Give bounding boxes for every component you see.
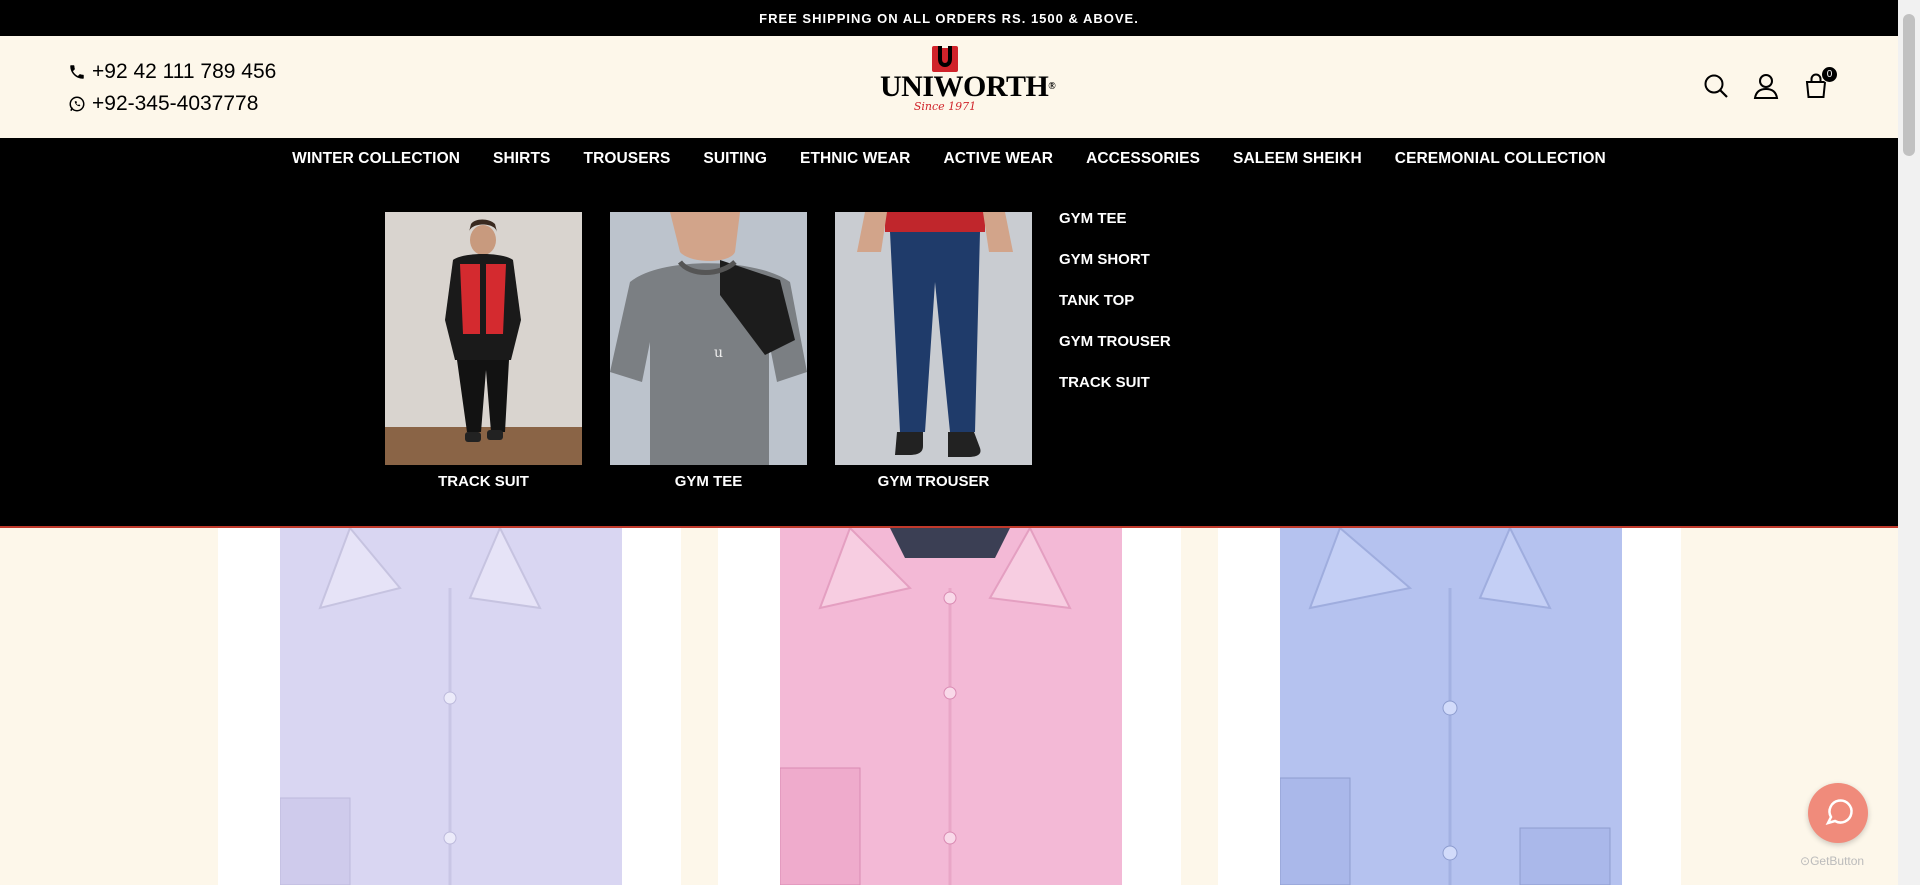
mega-card-caption[interactable]: GYM TEE	[610, 473, 807, 490]
mega-card-gym-trouser[interactable]: GYM TROUSER	[835, 212, 1032, 490]
product-card[interactable]	[1218, 528, 1681, 885]
product-card[interactable]	[718, 528, 1181, 885]
track-suit-image[interactable]	[385, 212, 582, 465]
svg-text:u: u	[714, 345, 723, 361]
whatsapp-line[interactable]: +92-345-4037778	[68, 88, 276, 120]
mega-card-track-suit[interactable]: TRACK SUIT	[385, 212, 582, 490]
phone-number: +92 42 111 789 456	[92, 60, 277, 83]
chat-icon	[1825, 799, 1853, 825]
main-nav: WINTER COLLECTION SHIRTS TROUSERS SUITIN…	[0, 138, 1898, 180]
mega-link-track-suit[interactable]: TRACK SUIT	[1059, 366, 1171, 407]
whatsapp-icon	[69, 96, 85, 112]
nav-item-ceremonial-collection[interactable]: CEREMONIAL COLLECTION	[1395, 150, 1606, 168]
nav-item-saleem-sheikh[interactable]: SALEEM SHEIKH	[1233, 150, 1362, 168]
announcement-text: FREE SHIPPING ON ALL ORDERS RS. 1500 & A…	[759, 10, 1139, 26]
nav-item-suiting[interactable]: SUITING	[703, 150, 767, 168]
mega-link-gym-trouser[interactable]: GYM TROUSER	[1059, 325, 1171, 366]
nav-item-ethnic-wear[interactable]: ETHNIC WEAR	[800, 150, 910, 168]
pink-shirt-image[interactable]	[780, 528, 1122, 885]
active-wear-mega-menu: TRACK SUIT u GYM TEE GYM TROUSER GYM TEE…	[0, 180, 1898, 528]
nav-item-winter-collection[interactable]: WINTER COLLECTION	[292, 150, 460, 168]
cart-icon[interactable]: 0	[1802, 66, 1838, 100]
mega-menu-links: GYM TEE GYM SHORT TANK TOP GYM TROUSER T…	[1059, 202, 1171, 407]
mega-link-tank-top[interactable]: TANK TOP	[1059, 284, 1171, 325]
nav-item-trousers[interactable]: TROUSERS	[584, 150, 671, 168]
mega-card-gym-tee[interactable]: u GYM TEE	[610, 212, 807, 490]
header-actions: 0	[1702, 66, 1838, 100]
page-scrollbar[interactable]	[1898, 0, 1920, 885]
phone-line[interactable]: +92 42 111 789 456	[68, 56, 276, 88]
mega-link-gym-short[interactable]: GYM SHORT	[1059, 243, 1171, 284]
contact-info: +92 42 111 789 456 +92-345-4037778	[68, 56, 276, 120]
nav-item-shirts[interactable]: SHIRTS	[493, 150, 550, 168]
phone-icon	[70, 65, 84, 79]
site-header: +92 42 111 789 456 +92-345-4037778 UNIWO…	[0, 36, 1898, 138]
logo-wordmark: UNIWORTH®	[880, 70, 1056, 103]
account-icon[interactable]	[1752, 72, 1780, 100]
logo-mark-icon	[932, 44, 958, 72]
mega-card-caption[interactable]: GYM TROUSER	[835, 473, 1032, 490]
uniworth-logo[interactable]: UNIWORTH® Since 1971	[880, 44, 1056, 130]
gym-tee-image[interactable]: u	[610, 212, 807, 465]
search-icon[interactable]	[1702, 72, 1730, 100]
gym-trouser-image[interactable]	[835, 212, 1032, 465]
chat-button[interactable]	[1808, 783, 1868, 843]
getbutton-icon: ⊙	[1800, 854, 1811, 868]
whatsapp-number: +92-345-4037778	[92, 92, 259, 115]
blue-shirt-image[interactable]	[1280, 528, 1622, 885]
product-grid	[0, 528, 1898, 885]
announcement-bar: FREE SHIPPING ON ALL ORDERS RS. 1500 & A…	[0, 0, 1898, 36]
cart-count-badge: 0	[1821, 66, 1838, 83]
mega-card-caption[interactable]: TRACK SUIT	[385, 473, 582, 490]
product-card[interactable]	[218, 528, 681, 885]
scrollbar-thumb[interactable]	[1903, 14, 1915, 156]
getbutton-brand[interactable]: ⊙GetButton	[1800, 854, 1864, 868]
nav-item-active-wear[interactable]: ACTIVE WEAR	[943, 150, 1053, 168]
nav-item-accessories[interactable]: ACCESSORIES	[1086, 150, 1200, 168]
lavender-shirt-image[interactable]	[280, 528, 622, 885]
mega-link-gym-tee[interactable]: GYM TEE	[1059, 202, 1171, 243]
